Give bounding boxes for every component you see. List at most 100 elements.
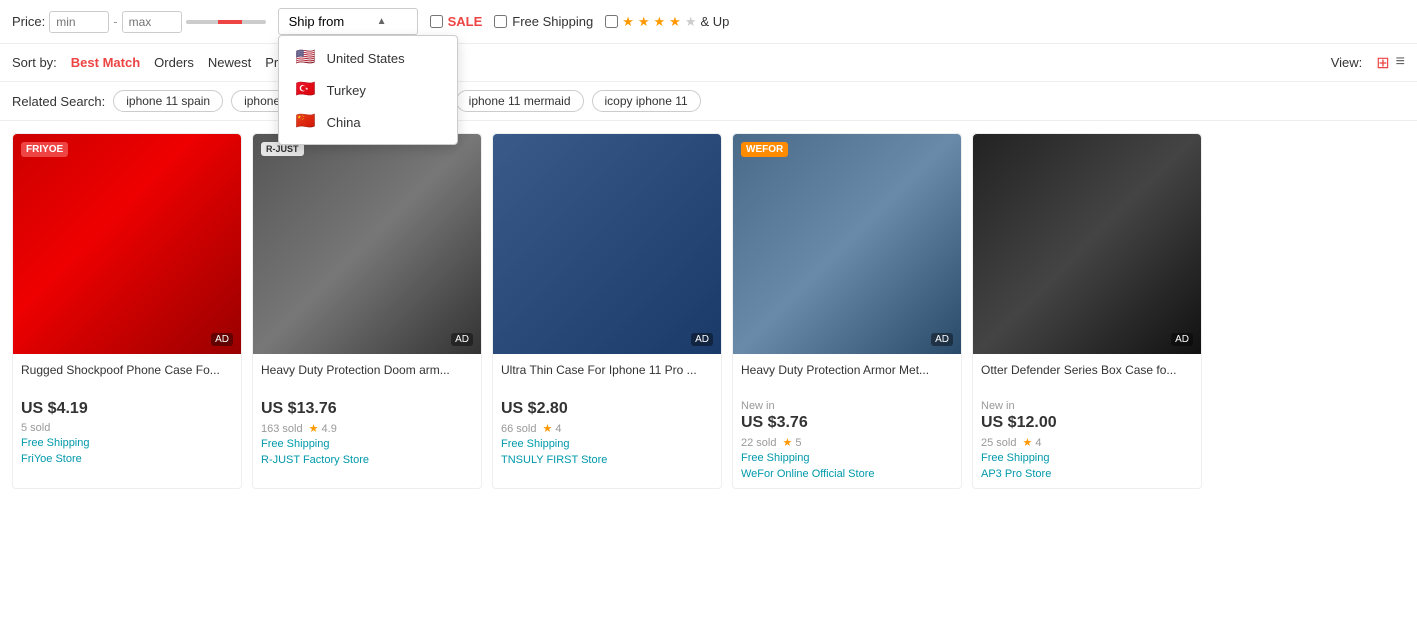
ship-from-button[interactable]: Ship from ▲: [278, 8, 418, 35]
free-shipping-checkbox[interactable]: [494, 15, 507, 28]
product-card-2[interactable]: R-JUST AD Heavy Duty Protection Doom arm…: [252, 133, 482, 489]
product-info: Rugged Shockpoof Phone Case Fo... US $4.…: [13, 354, 241, 473]
product-title: Otter Defender Series Box Case fo...: [981, 362, 1193, 396]
product-info: Heavy Duty Protection Doom arm... US $13…: [253, 354, 481, 474]
price-label: Price:: [12, 14, 45, 29]
ship-from-wrapper: Ship from ▲ 🇺🇸 United States 🇹🇷 Turkey 🇨…: [278, 8, 418, 35]
product-image: WEFOR AD: [733, 134, 961, 354]
product-info: Heavy Duty Protection Armor Met... New i…: [733, 354, 961, 488]
product-image: AD: [493, 134, 721, 354]
star4-icon: ★: [669, 14, 681, 30]
store-name[interactable]: TNSULY FIRST Store: [501, 454, 713, 466]
product-image: FRIYOE AD: [13, 134, 241, 354]
store-badge: FRIYOE: [21, 142, 68, 157]
grid-view-icon[interactable]: ⊞: [1376, 53, 1389, 73]
product-grid: FRIYOE AD Rugged Shockpoof Phone Case Fo…: [0, 121, 1417, 501]
store-name[interactable]: R-JUST Factory Store: [261, 454, 473, 466]
star5-icon: ★: [685, 14, 697, 30]
stars-filter: ★ ★ ★ ★ ★ & Up: [605, 14, 729, 30]
product-price: US $2.80: [501, 400, 713, 418]
related-tag-4[interactable]: icopy iphone 11: [592, 90, 701, 112]
flag-us-icon: 🇺🇸: [295, 50, 317, 66]
ship-from-dropdown: 🇺🇸 United States 🇹🇷 Turkey 🇨🇳 China: [278, 35, 458, 145]
sort-newest[interactable]: Newest: [208, 52, 251, 73]
product-meta: 25 sold ★ 4: [981, 436, 1193, 449]
price-dash: -: [113, 14, 117, 29]
ship-option-us-label: United States: [327, 51, 405, 66]
free-shipping-label: Free Shipping: [512, 14, 593, 29]
free-shipping-text: Free Shipping: [261, 438, 473, 450]
related-search-bar: Related Search: iphone 11 spain iphone 1…: [0, 82, 1417, 121]
price-min-input[interactable]: [49, 11, 109, 33]
stars-up-label: & Up: [700, 14, 729, 29]
store-name[interactable]: AP3 Pro Store: [981, 468, 1193, 480]
sort-orders[interactable]: Orders: [154, 52, 194, 73]
ad-badge: AD: [211, 333, 233, 346]
product-card-3[interactable]: AD Ultra Thin Case For Iphone 11 Pro ...…: [492, 133, 722, 489]
rating-star-icon: ★: [542, 423, 552, 435]
sort-bar: Sort by: Best Match Orders Newest Price …: [0, 44, 1417, 82]
sold-count: 66 sold: [501, 423, 536, 435]
product-image: R-JUST AD: [253, 134, 481, 354]
product-price: US $12.00: [981, 414, 1193, 432]
ship-option-turkey[interactable]: 🇹🇷 Turkey: [279, 74, 457, 106]
view-label: View:: [1331, 55, 1363, 70]
ad-badge: AD: [451, 333, 473, 346]
sold-count: 5 sold: [21, 422, 50, 434]
price-max-input[interactable]: [122, 11, 182, 33]
product-rating: ★ 5: [782, 436, 801, 449]
store-name[interactable]: WeFor Online Official Store: [741, 468, 953, 480]
free-shipping-text: Free Shipping: [981, 452, 1193, 464]
product-card-4[interactable]: WEFOR AD Heavy Duty Protection Armor Met…: [732, 133, 962, 489]
store-badge: WEFOR: [741, 142, 788, 157]
flag-china-icon: 🇨🇳: [295, 114, 317, 130]
sale-label: SALE: [448, 14, 483, 29]
stars-checkbox[interactable]: [605, 15, 618, 28]
ad-badge: AD: [691, 333, 713, 346]
rating-star-icon: ★: [1022, 437, 1032, 449]
star3-icon: ★: [654, 14, 666, 30]
product-meta: 22 sold ★ 5: [741, 436, 953, 449]
ship-option-us[interactable]: 🇺🇸 United States: [279, 42, 457, 74]
related-tag-3[interactable]: iphone 11 mermaid: [456, 90, 584, 112]
sort-best-match[interactable]: Best Match: [71, 52, 140, 73]
product-price: US $3.76: [741, 414, 953, 432]
list-view-icon[interactable]: ≡: [1396, 53, 1405, 73]
product-title: Rugged Shockpoof Phone Case Fo...: [21, 362, 233, 396]
ship-option-turkey-label: Turkey: [327, 83, 366, 98]
product-info: Ultra Thin Case For Iphone 11 Pro ... US…: [493, 354, 721, 474]
free-shipping-text: Free Shipping: [501, 438, 713, 450]
ship-option-china-label: China: [327, 115, 361, 130]
product-title: Heavy Duty Protection Armor Met...: [741, 362, 953, 396]
product-info: Otter Defender Series Box Case fo... New…: [973, 354, 1201, 488]
sold-count: 25 sold: [981, 437, 1016, 449]
ad-badge: AD: [931, 333, 953, 346]
new-in-label: New in: [981, 400, 1193, 412]
ship-from-label: Ship from: [289, 14, 345, 29]
product-rating: ★ 4: [1022, 436, 1041, 449]
product-price: US $13.76: [261, 400, 473, 418]
sale-checkbox[interactable]: [430, 15, 443, 28]
rating-star-icon: ★: [782, 437, 792, 449]
product-price: US $4.19: [21, 400, 233, 418]
product-title: Heavy Duty Protection Doom arm...: [261, 362, 473, 396]
price-slider-bar: [186, 20, 266, 24]
related-tag-0[interactable]: iphone 11 spain: [113, 90, 223, 112]
sort-by-label: Sort by:: [12, 55, 57, 70]
ad-badge: AD: [1171, 333, 1193, 346]
chevron-up-icon: ▲: [377, 16, 387, 27]
free-shipping-filter: Free Shipping: [494, 14, 593, 29]
flag-turkey-icon: 🇹🇷: [295, 82, 317, 98]
new-in-label: New in: [741, 400, 953, 412]
rating-star-icon: ★: [309, 423, 319, 435]
sold-count: 163 sold: [261, 423, 303, 435]
product-title: Ultra Thin Case For Iphone 11 Pro ...: [501, 362, 713, 396]
product-rating: ★ 4: [542, 422, 561, 435]
price-slider: [186, 20, 266, 24]
product-card-1[interactable]: FRIYOE AD Rugged Shockpoof Phone Case Fo…: [12, 133, 242, 489]
view-icons: ⊞ ≡: [1376, 53, 1405, 73]
ship-option-china[interactable]: 🇨🇳 China: [279, 106, 457, 138]
store-name[interactable]: FriYoe Store: [21, 453, 233, 465]
product-card-5[interactable]: AD Otter Defender Series Box Case fo... …: [972, 133, 1202, 489]
related-search-label: Related Search:: [12, 94, 105, 109]
